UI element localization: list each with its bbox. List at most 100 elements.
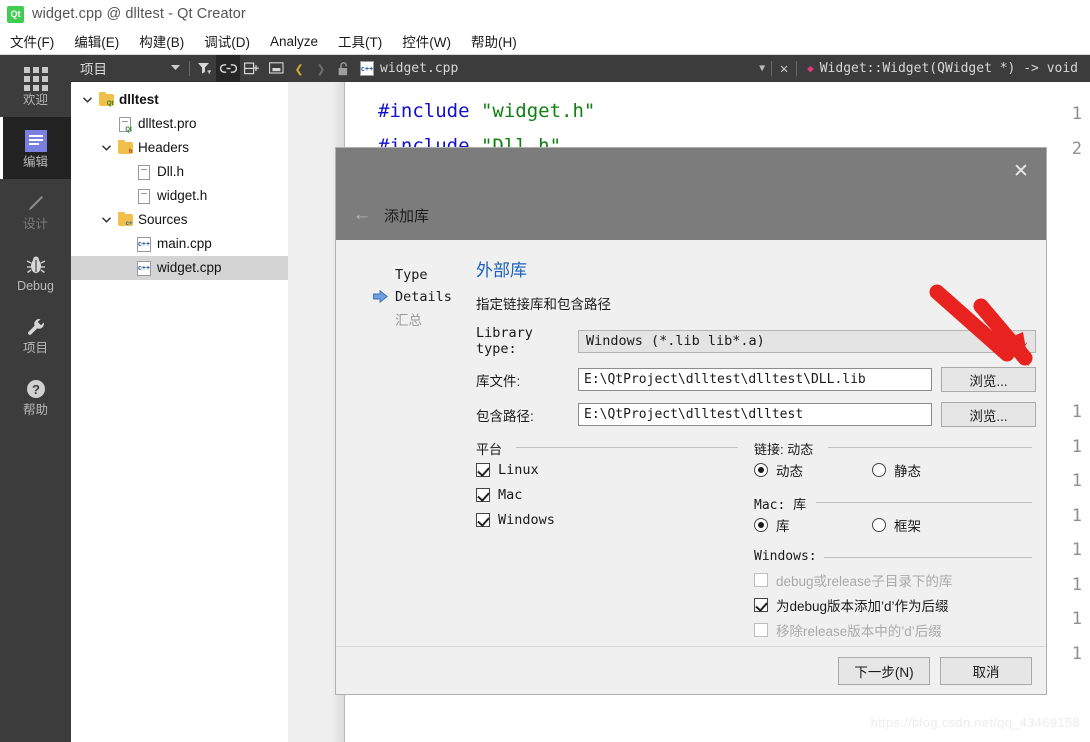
tree-item-widget.h[interactable]: widget.h [71,184,288,208]
tree-item-icon [134,164,154,180]
radio-row[interactable]: 库 [754,512,872,537]
tree-item-dlltest[interactable]: Qt dlltest [71,88,288,112]
form-heading: 外部库 [476,261,527,280]
chevron-down-icon[interactable]: ▼ [753,63,771,74]
arrow-left-icon[interactable]: ← [348,203,376,227]
mode-label: Debug [17,279,54,294]
menu-item[interactable]: 构建(B) [129,28,194,54]
menu-item[interactable]: Analyze [260,31,328,52]
checkbox-为debug版本添加’d’作为后缀[interactable] [754,597,768,612]
chevron-down-icon[interactable] [98,145,115,151]
checkbox-row[interactable]: Linux [476,457,738,482]
checkbox-row[interactable]: Windows [476,507,738,532]
code-token: #include [378,100,481,122]
wizard-step-汇总[interactable]: 汇总 [373,308,483,330]
go-back-icon[interactable]: ❮ [288,60,310,78]
include-path-browse-button[interactable]: 浏览... [941,402,1036,427]
checkbox-label: 移除release版本中的’d’后缀 [776,623,942,639]
menu-item[interactable]: 工具(T) [328,28,392,54]
window-title: widget.cpp @ dlltest - Qt Creator [32,6,246,22]
open-file-tab[interactable]: c++ widget.cpp [354,61,464,76]
close-icon[interactable]: ✕ [1008,158,1034,184]
tree-item-Headers[interactable]: h Headers [71,136,288,160]
checkbox-Linux[interactable] [476,462,490,477]
mode-编辑[interactable]: 编辑 [0,117,71,179]
menu-item[interactable]: 文件(F) [0,28,64,54]
bug-icon [25,251,47,278]
current-symbol-label[interactable]: Widget::Widget(QWidget *) -> void [820,61,1090,76]
checkbox-row[interactable]: 为debug版本添加’d’作为后缀 [754,592,1032,617]
library-type-label: Library type: [476,325,533,357]
radio-库[interactable] [754,517,768,532]
checkbox-label: Windows [498,511,555,528]
minimize-icon[interactable] [264,55,288,82]
link-group-title: 链接: 动态 [754,439,820,458]
checkbox-移除release版本中的’d’后缀 [754,622,768,637]
tree-item-icon: c++ [134,260,154,276]
tree-item-dlltest.pro[interactable]: Qt dlltest.pro [71,112,288,136]
mode-Debug[interactable]: Debug [0,241,71,303]
radio-静态[interactable] [872,462,886,477]
tree-item-Sources[interactable]: c+ Sources [71,208,288,232]
chevron-down-icon[interactable] [79,97,96,103]
menu-item[interactable]: 编辑(E) [64,28,129,54]
checkbox-label: debug或release子目录下的库 [776,573,953,589]
radio-动态[interactable] [754,462,768,477]
mode-设计[interactable]: 设计 [0,179,71,241]
tree-item-Dll.h[interactable]: Dll.h [71,160,288,184]
current-step-arrow-icon [373,289,388,304]
include-path-value: E:\QtProject\dlltest\dlltest [584,407,804,422]
next-button[interactable]: 下一步(N) [838,656,930,685]
line-number: 1 [1071,104,1082,124]
library-type-select[interactable]: Windows (*.lib lib*.a) ⌄ [578,329,1036,353]
checkbox-row[interactable]: Mac [476,482,738,507]
mode-label: 欢迎 [22,93,48,108]
link-icon[interactable] [216,54,240,82]
tree-item-icon [134,188,154,204]
close-icon[interactable]: ✕ [772,61,796,77]
platform-group-title: 平台 [476,439,509,458]
lib-file-browse-button[interactable]: 浏览... [941,367,1036,392]
mode-帮助[interactable]: ? 帮助 [0,365,71,427]
lib-file-row: 库文件: E:\QtProject\dlltest\dlltest\DLL.li… [476,367,1036,392]
sources-folder-icon: c+ [117,212,133,227]
checkbox-Mac[interactable] [476,487,490,502]
filter-icon[interactable] [192,55,216,82]
go-forward-icon[interactable]: ❯ [310,60,332,78]
add-library-dialog: ✕ ← 添加库 Type Details 汇总 外部库 指定链接库和包含路径 Lib… [336,148,1046,694]
unlocked-icon[interactable] [332,61,354,76]
radio-row[interactable]: 动态 [754,457,872,482]
menu-bar: 文件(F) 编辑(E) 构建(B) 调试(D) Analyze 工具(T) 控件(W) 帮助(… [0,28,1090,55]
radio-row[interactable]: 静态 [872,457,921,482]
menu-item[interactable]: 控件(W) [392,28,461,54]
view-selector-caret-icon[interactable] [163,55,187,82]
checkbox-Windows[interactable] [476,512,490,527]
tree-item-icon: c++ [134,236,154,252]
tree-item-widget.cpp[interactable]: c++ widget.cpp [71,256,288,280]
chevron-down-icon[interactable] [98,217,115,223]
mode-label: 设计 [22,217,48,232]
split-icon[interactable] [240,55,264,82]
mode-项目[interactable]: 项目 [0,303,71,365]
pro-file-icon: Qt [119,116,132,133]
lib-file-input[interactable]: E:\QtProject\dlltest\dlltest\DLL.lib [578,368,932,391]
tree-item-label: Headers [138,140,190,156]
tree-item-label: Sources [138,212,188,228]
mac-group: Mac: 库 库 框架 [754,494,1032,537]
lib-file-label: 库文件: [476,373,521,389]
tree-item-icon: h [115,140,135,155]
menu-item[interactable]: 帮助(H) [461,28,527,54]
radio-row[interactable]: 框架 [872,512,921,537]
wizard-step-Details[interactable]: Details [373,286,483,308]
tree-item-main.cpp[interactable]: c++ main.cpp [71,232,288,256]
radio-框架[interactable] [872,517,886,532]
tree-item-icon: Qt [115,116,135,133]
wizard-steps: Type Details 汇总 [373,264,483,330]
question-mark-icon: ? [25,375,47,402]
menu-item[interactable]: 调试(D) [194,28,260,54]
mode-欢迎[interactable]: 欢迎 [0,55,71,117]
include-path-input[interactable]: E:\QtProject\dlltest\dlltest [578,403,932,426]
group-rule [828,447,1032,448]
cancel-button[interactable]: 取消 [940,656,1032,685]
wizard-step-Type[interactable]: Type [373,264,483,286]
